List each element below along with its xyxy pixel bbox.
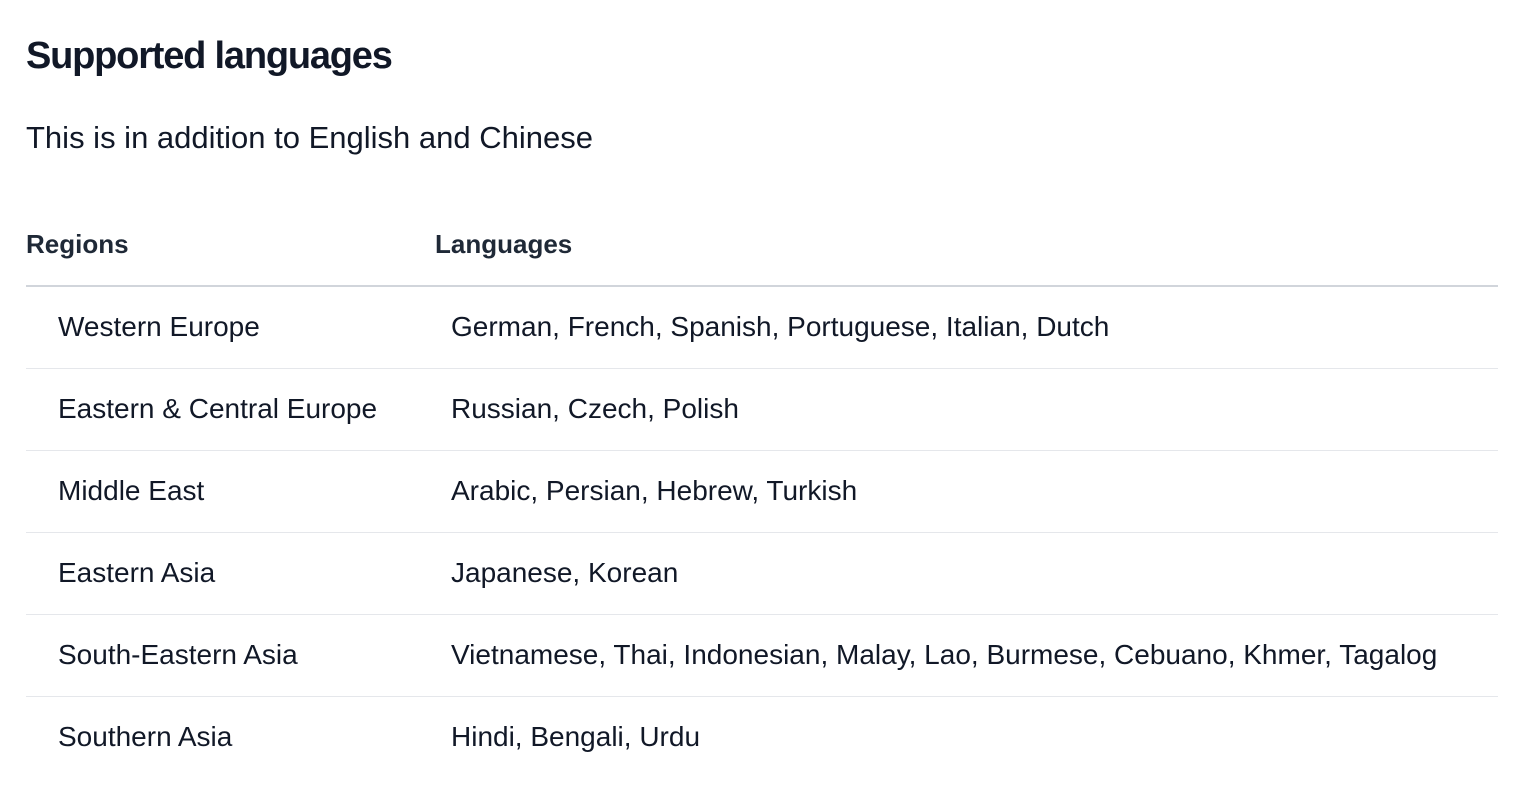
languages-cell: Vietnamese, Thai, Indonesian, Malay, Lao… [451,639,1438,670]
languages-column-header: Languages [435,229,573,259]
page-subtitle: This is in addition to English and Chine… [26,120,593,155]
region-cell: Middle East [58,475,205,506]
table-row: South-Eastern Asia Vietnamese, Thai, Ind… [26,615,1498,697]
region-cell: South-Eastern Asia [58,639,298,670]
page-title: Supported languages [26,35,393,77]
table-header: Regions Languages [26,220,1498,287]
languages-cell: Arabic, Persian, Hebrew, Turkish [451,475,858,506]
table-row: Southern Asia Hindi, Bengali, Urdu [26,697,1498,778]
region-cell: Eastern Asia [58,557,216,588]
supported-languages-table: Regions Languages Western Europe German,… [26,220,1498,778]
languages-cell: German, French, Spanish, Portuguese, Ita… [451,311,1110,342]
table-row: Eastern & Central Europe Russian, Czech,… [26,369,1498,451]
table-row: Eastern Asia Japanese, Korean [26,533,1498,615]
region-cell: Western Europe [58,311,260,342]
region-cell: Eastern & Central Europe [58,393,378,424]
table-row: Western Europe German, French, Spanish, … [26,287,1498,369]
region-cell: Southern Asia [58,721,233,752]
languages-cell: Hindi, Bengali, Urdu [451,721,701,752]
languages-cell: Japanese, Korean [451,557,679,588]
table-row: Middle East Arabic, Persian, Hebrew, Tur… [26,451,1498,533]
table-body: Western Europe German, French, Spanish, … [26,287,1498,778]
languages-cell: Russian, Czech, Polish [451,393,739,424]
regions-column-header: Regions [26,229,129,259]
